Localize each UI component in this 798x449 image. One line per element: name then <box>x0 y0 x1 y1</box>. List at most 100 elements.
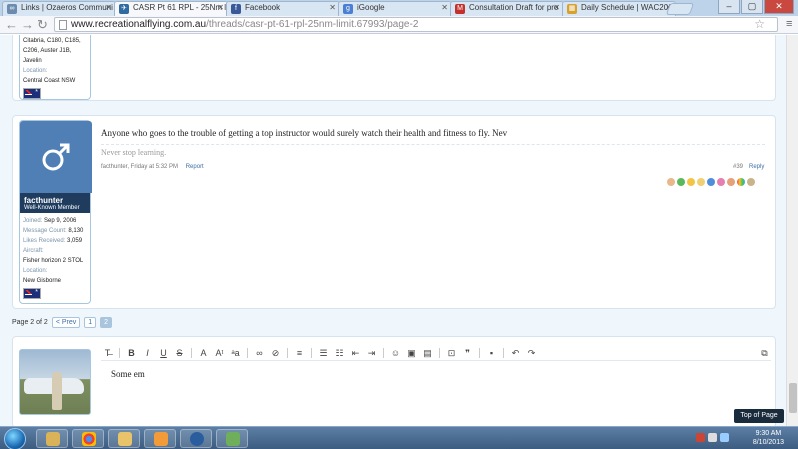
taskbar-media-player[interactable] <box>144 429 176 448</box>
forum-page: Citabria, C180, C185, C206, Auster J1B, … <box>0 35 786 426</box>
toolbar-separator <box>247 347 248 358</box>
taskbar-chrome[interactable] <box>72 429 104 448</box>
adobe-icon[interactable] <box>696 433 705 442</box>
close-icon[interactable]: ✕ <box>217 3 224 12</box>
scrollbar-thumb[interactable] <box>789 383 797 413</box>
close-icon[interactable]: ✕ <box>329 3 336 12</box>
thumbs-up-icon[interactable] <box>667 178 675 186</box>
minimize-icon[interactable]: – <box>718 0 740 14</box>
top-of-page-button[interactable]: Top of Page <box>734 409 784 423</box>
smilie-icon[interactable]: ☺ <box>389 347 402 359</box>
tab-title: CASR Pt 61 RPL - 25Nm li <box>133 3 228 12</box>
flag-tray-icon[interactable] <box>708 433 717 442</box>
font-family-icon[interactable]: ᵃa <box>229 347 242 359</box>
bold-icon[interactable]: B <box>125 347 138 359</box>
folder-icon <box>46 432 60 446</box>
gmail-icon: M <box>455 4 465 14</box>
prev-page-button[interactable]: < Prev <box>51 317 81 328</box>
underline-icon[interactable]: U <box>157 347 170 359</box>
message-count-value: 8,130 <box>68 228 84 234</box>
bookmark-star-icon[interactable]: ☆ <box>754 18 765 31</box>
unlink-icon[interactable]: ⊘ <box>269 347 282 359</box>
info-icon[interactable] <box>707 178 715 186</box>
close-window-icon[interactable]: ✕ <box>764 0 794 14</box>
align-icon[interactable]: ≡ <box>293 347 306 359</box>
taskbar-network[interactable] <box>216 429 248 448</box>
tab-title: iGoogle <box>357 3 385 12</box>
numbered-list-icon[interactable]: ☷ <box>333 347 346 359</box>
image-icon[interactable]: ▣ <box>405 347 418 359</box>
page-scrollbar[interactable] <box>786 35 798 426</box>
page-2-button[interactable]: 2 <box>100 317 113 328</box>
heart-icon[interactable] <box>717 178 725 186</box>
location-label: Location: <box>23 68 48 74</box>
tab-facebook[interactable]: f Facebook ✕ <box>226 1 340 16</box>
forward-icon[interactable]: → <box>21 17 34 32</box>
back-icon[interactable]: ← <box>5 17 18 32</box>
indent-icon[interactable]: ⇥ <box>365 347 378 359</box>
media-icon[interactable]: ▤ <box>421 347 434 359</box>
location-value: New Gisborne <box>23 278 62 284</box>
font-size-icon[interactable]: Aᵗ <box>213 347 226 359</box>
reply-text-area[interactable]: Some em <box>111 369 145 379</box>
bandage-icon[interactable] <box>727 178 735 186</box>
network-tray-icon[interactable] <box>720 433 729 442</box>
toggle-bbcode-icon[interactable]: ⧉ <box>758 347 771 359</box>
clock[interactable]: 9:30 AM 8/10/2013 <box>753 429 784 447</box>
undo-icon[interactable]: ↶ <box>509 347 522 359</box>
code-icon[interactable]: ⊡ <box>445 347 458 359</box>
reply-link[interactable]: Reply <box>749 164 764 170</box>
page-1-button[interactable]: 1 <box>84 317 97 328</box>
rainbow-icon[interactable] <box>737 178 745 186</box>
tab-title: Links | Ozaeros Communi <box>21 3 113 12</box>
smiley-icon[interactable] <box>687 178 695 186</box>
chrome-menu-icon[interactable]: ≡ <box>786 19 796 30</box>
text-color-icon[interactable]: A <box>197 347 210 359</box>
tab-daily-schedule[interactable]: ▦ Daily Schedule | WAC2013 ✕ <box>562 1 676 16</box>
tab-consultation-draft[interactable]: M Consultation Draft for pro ✕ <box>450 1 564 16</box>
outdent-icon[interactable]: ⇤ <box>349 347 362 359</box>
page-icon <box>59 20 67 30</box>
taskbar-hp[interactable] <box>180 429 212 448</box>
location-label: Location: <box>23 268 48 274</box>
strikethrough-icon[interactable]: S <box>173 347 186 359</box>
close-icon[interactable]: ✕ <box>441 3 448 12</box>
tab-links-ozaeros[interactable]: ∞ Links | Ozaeros Communi ✕ <box>2 1 116 16</box>
editor-toolbar: T̶ B I U S A Aᵗ ᵃa ∞ ⊘ ≡ ☰ ☷ ⇤ ⇥ ☺ ▣ ▤ ⊡ <box>101 345 771 361</box>
redo-icon[interactable]: ↷ <box>525 347 538 359</box>
avatar[interactable] <box>20 121 92 193</box>
quote-icon[interactable]: ❞ <box>461 347 474 359</box>
toolbar-separator <box>191 347 192 358</box>
bullet-list-icon[interactable]: ☰ <box>317 347 330 359</box>
tab-igoogle[interactable]: g iGoogle ✕ <box>338 1 452 16</box>
close-icon[interactable]: ✕ <box>105 3 112 12</box>
remove-format-icon[interactable]: T̶ <box>101 347 114 359</box>
taskbar-explorer[interactable] <box>36 429 68 448</box>
tab-casr-pt61[interactable]: ✈ CASR Pt 61 RPL - 25Nm li ✕ <box>114 1 228 17</box>
reload-icon[interactable]: ↻ <box>37 17 48 32</box>
current-user-avatar[interactable] <box>19 349 91 415</box>
post-number-area: #39 Reply <box>733 164 764 170</box>
quick-reply-editor: T̶ B I U S A Aᵗ ᵃa ∞ ⊘ ≡ ☰ ☷ ⇤ ⇥ ☺ ▣ ▤ ⊡ <box>12 336 776 426</box>
maximize-icon[interactable]: ▢ <box>741 0 763 14</box>
link-icon[interactable]: ∞ <box>253 347 266 359</box>
new-tab-button[interactable] <box>665 3 695 15</box>
window-controls: – ▢ ✕ <box>718 0 794 14</box>
pencil-icon[interactable] <box>747 178 755 186</box>
calendar-icon: ▦ <box>567 4 577 14</box>
system-tray: 9:30 AM 8/10/2013 <box>696 427 798 449</box>
toolbar-separator <box>383 347 384 358</box>
address-bar[interactable]: www.recreationalflying.com.au/threads/ca… <box>54 17 778 32</box>
username[interactable]: facthunter <box>24 196 86 205</box>
browser-tab-strip: ∞ Links | Ozaeros Communi ✕ ✈ CASR Pt 61… <box>0 0 798 17</box>
italic-icon[interactable]: I <box>141 347 154 359</box>
save-draft-icon[interactable]: ▪ <box>485 347 498 359</box>
post-number-link[interactable]: #39 <box>733 164 743 170</box>
taskbar-libraries[interactable] <box>108 429 140 448</box>
start-button[interactable] <box>4 428 26 449</box>
close-icon[interactable]: ✕ <box>553 3 560 12</box>
chrome-icon <box>82 432 96 446</box>
check-icon[interactable] <box>677 178 685 186</box>
trophy-icon[interactable] <box>697 178 705 186</box>
report-link[interactable]: Report <box>186 164 204 170</box>
